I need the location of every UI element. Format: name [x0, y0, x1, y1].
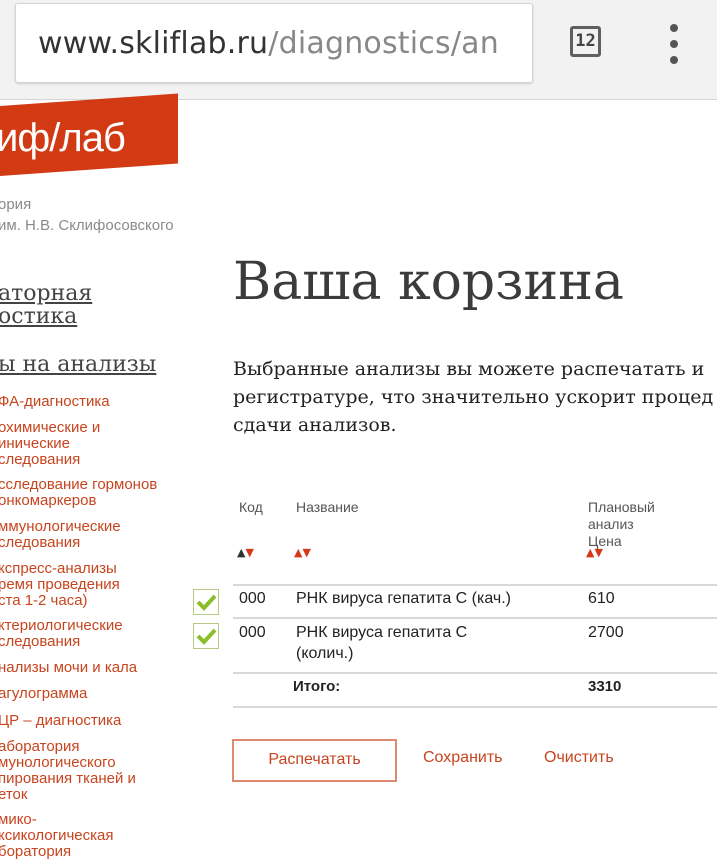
- sidebar-link[interactable]: мико- ксикологическая боратория: [0, 812, 113, 860]
- lab-subtitle-line2: им. Н.В. Склифосовского: [0, 217, 174, 234]
- sidebar-heading-line2: остика: [0, 304, 78, 329]
- sidebar-link[interactable]: сследование гормонов онкомаркеров: [0, 477, 157, 509]
- sidebar-link[interactable]: аборатория мунологического пирования тка…: [0, 739, 136, 803]
- sidebar-link[interactable]: агулограмма: [0, 686, 87, 702]
- row-name: РНК вируса гепатита С (кач.): [296, 590, 511, 607]
- intro-text: Выбранные анализы вы можете распечатать …: [233, 355, 717, 439]
- checkmark-icon: [196, 628, 217, 645]
- sidebar-link[interactable]: ФА-диагностика: [0, 394, 110, 410]
- row-checkbox[interactable]: [193, 623, 219, 649]
- sort-name-icon[interactable]: ▲▼: [294, 547, 311, 558]
- row-name: РНК вируса гепатита С (колич.): [296, 622, 467, 664]
- overflow-menu-icon[interactable]: [664, 24, 684, 64]
- row-code: 000: [239, 590, 266, 607]
- intro-line: регистратуре, что значительно ускорит пр…: [233, 386, 714, 408]
- row-price: 610: [588, 590, 615, 607]
- logo-text: иф/лаб: [0, 116, 126, 160]
- sidebar-link[interactable]: кспресс-анализы ремя проведения ста 1-2 …: [0, 561, 120, 609]
- tab-count-button[interactable]: 12: [570, 26, 601, 57]
- browser-toolbar: www.skliflab.ru/diagnostics/an 12: [0, 0, 717, 100]
- page-title: Ваша корзина: [233, 252, 624, 312]
- header-plan-line1: Плановый: [588, 499, 655, 515]
- sidebar-link[interactable]: ЦР – диагностика: [0, 713, 121, 729]
- lab-subtitle-line1: ория: [0, 196, 32, 213]
- column-header-code: Код: [239, 499, 263, 515]
- sort-code-icon[interactable]: ▲▼: [237, 547, 254, 558]
- column-header-plan: Плановый анализ Цена: [588, 499, 655, 550]
- checkmark-icon: [196, 594, 217, 611]
- url-host: www.skliflab.ru: [38, 26, 269, 61]
- column-header-name: Название: [296, 499, 359, 515]
- table-divider: [233, 617, 717, 619]
- sort-price-icon[interactable]: ▲▼: [586, 547, 603, 558]
- row-checkbox[interactable]: [193, 589, 219, 615]
- total-label: Итого:: [293, 678, 341, 695]
- table-divider: [233, 672, 717, 674]
- sidebar-heading[interactable]: аторная остика: [0, 282, 92, 328]
- sidebar-link[interactable]: нализы мочи и кала: [0, 660, 137, 676]
- row-price: 2700: [588, 624, 624, 641]
- table-divider: [233, 584, 717, 586]
- sidebar-section-title[interactable]: ы на анализы: [0, 352, 156, 377]
- row-code: 000: [239, 624, 266, 641]
- row-name-line2: (колич.): [296, 645, 354, 662]
- row-name-line1: РНК вируса гепатита С: [296, 624, 468, 641]
- clear-button[interactable]: Очистить: [544, 749, 614, 767]
- print-button[interactable]: Распечатать: [232, 739, 397, 782]
- address-bar[interactable]: www.skliflab.ru/diagnostics/an: [15, 3, 533, 83]
- table-divider: [233, 706, 717, 708]
- intro-line: Выбранные анализы вы можете распечатать …: [233, 358, 705, 380]
- header-plan-line2: анализ: [588, 516, 634, 532]
- save-button[interactable]: Сохранить: [423, 749, 503, 767]
- intro-line: сдачи анализов.: [233, 414, 397, 436]
- sidebar-heading-line1: аторная: [0, 281, 93, 306]
- url-path: /diagnostics/an: [268, 26, 499, 61]
- sidebar-link[interactable]: ктериологические следования: [0, 618, 123, 650]
- sidebar-link[interactable]: охимические и инические следования: [0, 420, 100, 468]
- sidebar-link[interactable]: ммунологические следования: [0, 519, 121, 551]
- total-value: 3310: [588, 678, 622, 695]
- url-text: www.skliflab.ru/diagnostics/an: [38, 26, 499, 61]
